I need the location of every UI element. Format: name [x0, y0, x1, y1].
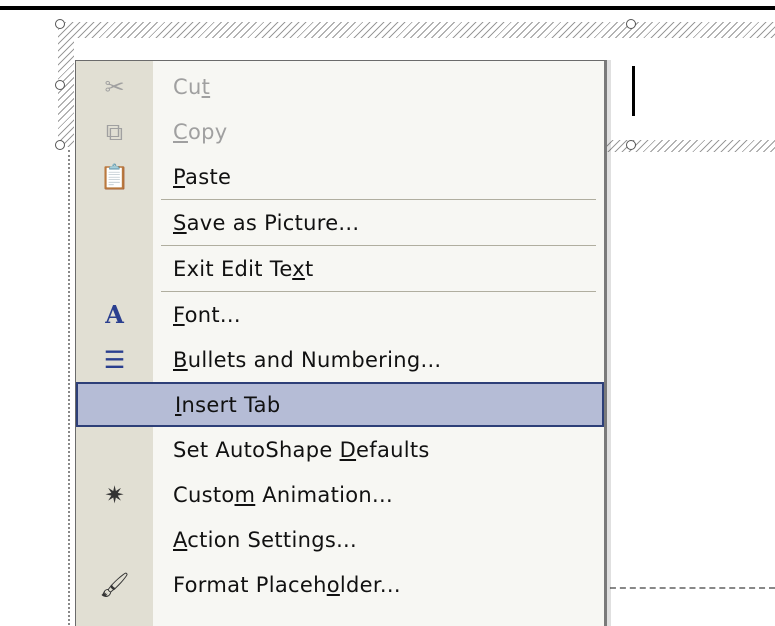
label-mnemonic: t — [201, 74, 211, 99]
label-text: lder... — [339, 572, 401, 597]
menu-icon-slot — [76, 427, 153, 472]
copy-icon: ⧉ — [105, 117, 124, 146]
label-text: ction Settings... — [187, 527, 358, 552]
label-mnemonic: x — [292, 256, 305, 281]
menu-item-copy: ⧉ Copy — [76, 109, 604, 154]
menu-item-custom-animation[interactable]: ✷ Custom Animation... — [76, 472, 604, 517]
label-mnemonic: m — [234, 482, 256, 507]
menu-item-label: Insert Tab — [155, 393, 280, 417]
resize-handle-bottom-left[interactable] — [55, 140, 65, 150]
menu-item-insert-tab[interactable]: Insert Tab — [76, 382, 604, 427]
label-text: Animation... — [255, 482, 393, 507]
menu-item-label: Custom Animation... — [153, 483, 393, 507]
menu-item-label: Cut — [153, 75, 210, 99]
label-text: t — [304, 256, 314, 281]
label-mnemonic: o — [326, 572, 340, 597]
label-mnemonic: S — [173, 210, 187, 235]
label-text: Exit Edit Te — [173, 256, 293, 281]
context-menu: ✂ Cut ⧉ Copy 📋 Paste Save as Picture... Exit Ed… — [75, 60, 607, 626]
placeholder-dotted-border — [68, 150, 70, 625]
menu-item-exit-edit-text[interactable]: Exit Edit Text — [76, 246, 604, 291]
menu-item-label: Copy — [153, 120, 227, 144]
text-cursor — [632, 66, 635, 116]
menu-item-label: Set AutoShape Defaults — [153, 438, 430, 462]
menu-icon-slot — [76, 200, 153, 245]
clipboard-paste-icon: 📋 — [99, 162, 130, 191]
menu-items: ✂ Cut ⧉ Copy 📋 Paste Save as Picture... Exit Ed… — [76, 64, 604, 607]
menu-item-label: Font... — [153, 303, 241, 327]
menu-item-bullets-and-numbering[interactable]: ☰ Bullets and Numbering... — [76, 337, 604, 382]
label-mnemonic: A — [173, 527, 188, 552]
menu-icon-slot — [76, 246, 153, 291]
menu-item-label: Format Placeholder... — [153, 573, 401, 597]
label-text: Custo — [173, 482, 235, 507]
label-text: ave as Picture... — [186, 210, 360, 235]
placeholder-border-top[interactable] — [58, 22, 775, 38]
menu-item-label: Bullets and Numbering... — [153, 348, 441, 372]
format-brush-icon: 🖌 — [99, 570, 130, 599]
resize-handle-top-left[interactable] — [55, 19, 65, 29]
label-text: Set AutoShape — [173, 437, 340, 462]
animation-star-icon: ✷ — [104, 480, 125, 509]
placeholder-dashed-border — [600, 587, 775, 589]
menu-item-set-autoshape-defaults[interactable]: Set AutoShape Defaults — [76, 427, 604, 472]
resize-handle-middle-left[interactable] — [55, 80, 65, 90]
menu-item-format-placeholder[interactable]: 🖌 Format Placeholder... — [76, 562, 604, 607]
menu-item-action-settings[interactable]: Action Settings... — [76, 517, 604, 562]
label-mnemonic: D — [339, 437, 357, 462]
menu-icon-slot — [78, 382, 155, 427]
label-mnemonic: B — [173, 347, 188, 372]
menu-icon-slot — [76, 517, 153, 562]
label-text: efaults — [356, 437, 430, 462]
menu-item-cut: ✂ Cut — [76, 64, 604, 109]
font-icon: A — [105, 300, 124, 329]
placeholder-border-bottom[interactable] — [598, 140, 775, 152]
menu-item-paste[interactable]: 📋 Paste — [76, 154, 604, 199]
menu-item-label: Save as Picture... — [153, 211, 359, 235]
resize-handle-top-middle[interactable] — [626, 19, 636, 29]
label-text: Format Placeh — [173, 572, 327, 597]
menu-item-label: Paste — [153, 165, 231, 189]
scissors-icon: ✂ — [104, 72, 125, 101]
label-text: ullets and Numbering... — [187, 347, 442, 372]
menu-item-font[interactable]: A Font... — [76, 292, 604, 337]
label-text: ont... — [184, 302, 241, 327]
label-text: nsert Tab — [181, 392, 281, 417]
resize-handle-bottom-middle[interactable] — [626, 140, 636, 150]
label-text: aste — [185, 164, 232, 189]
menu-item-label: Action Settings... — [153, 528, 357, 552]
label-text: opy — [187, 119, 228, 144]
label-mnemonic: F — [173, 302, 185, 327]
label-mnemonic: P — [173, 164, 186, 189]
label-mnemonic: C — [173, 119, 188, 144]
menu-item-save-as-picture[interactable]: Save as Picture... — [76, 200, 604, 245]
slide-top-border — [0, 6, 775, 10]
menu-item-label: Exit Edit Text — [153, 257, 313, 281]
label-text: Cu — [173, 74, 202, 99]
bulleted-list-icon: ☰ — [103, 345, 126, 374]
